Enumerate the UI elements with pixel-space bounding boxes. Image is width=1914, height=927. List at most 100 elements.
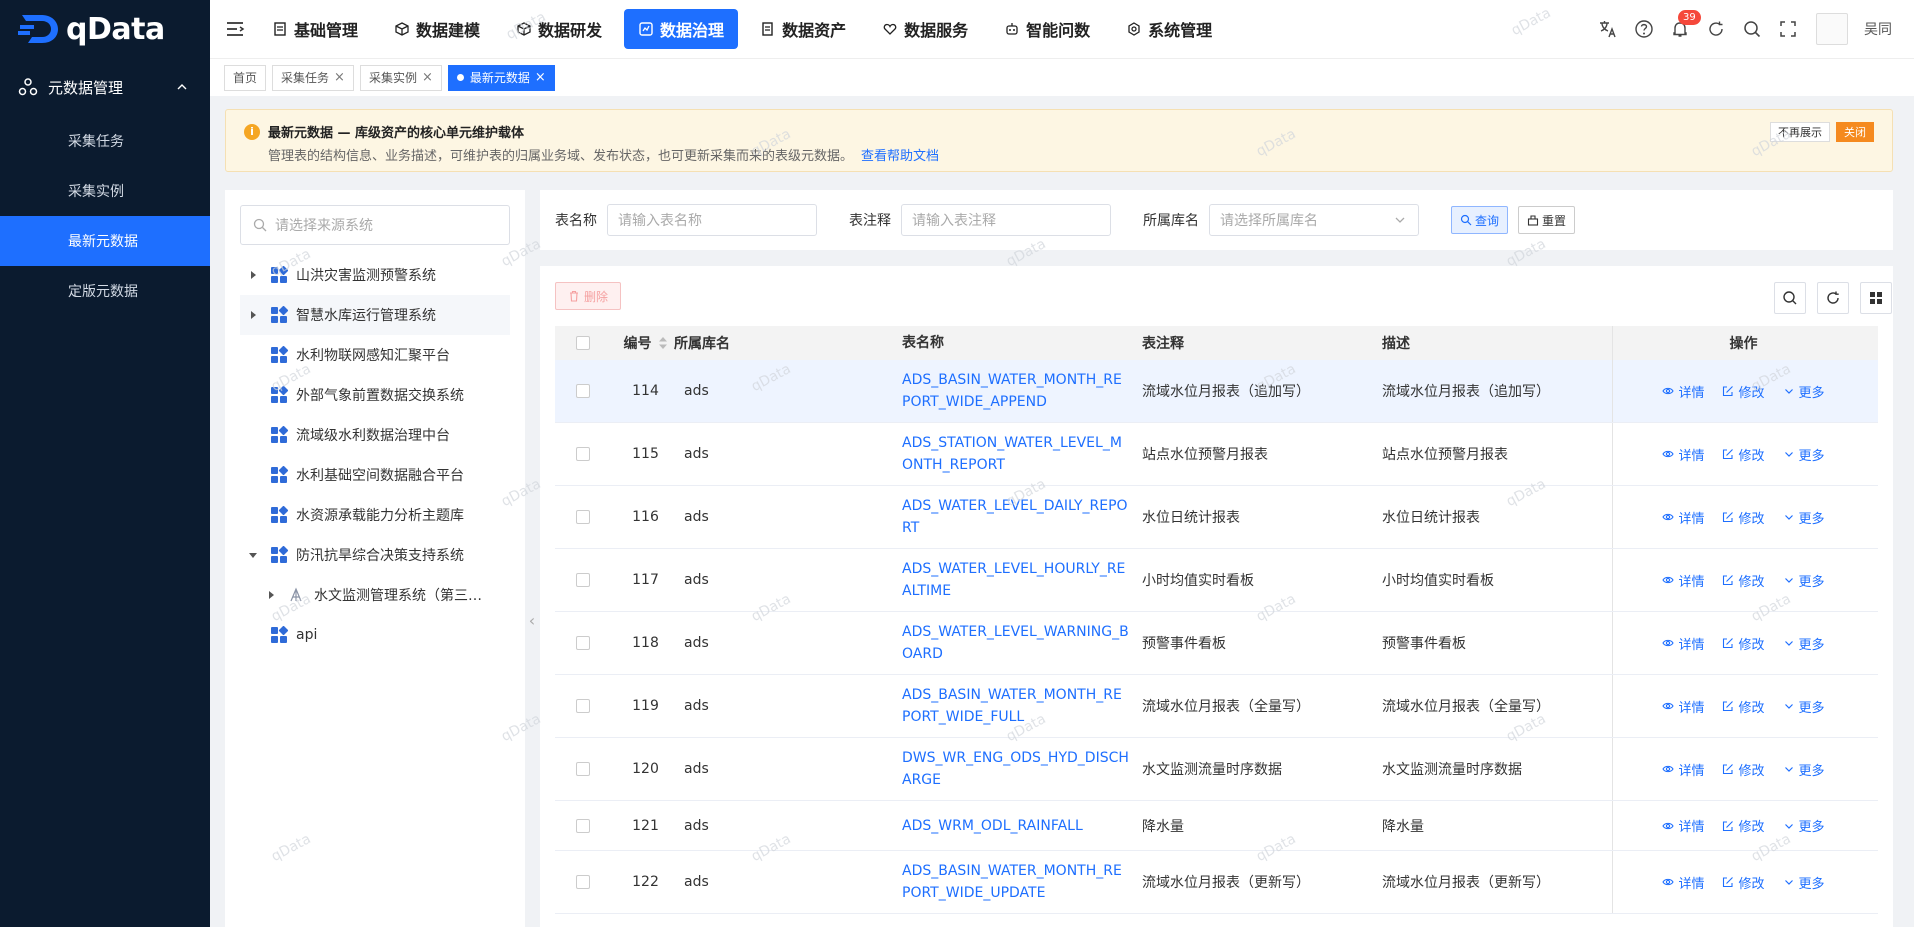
row-checkbox[interactable] — [576, 573, 590, 587]
topnav-system-mgmt[interactable]: 系统管理 — [1112, 9, 1226, 49]
more-button[interactable]: 更多 — [1783, 508, 1825, 527]
cell-table-name-link[interactable]: ADS_WATER_LEVEL_DAILY_REPORT — [902, 495, 1142, 539]
row-checkbox[interactable] — [576, 818, 590, 833]
row-checkbox[interactable] — [576, 875, 590, 889]
caret-right-icon[interactable] — [248, 270, 258, 280]
table-row[interactable]: 118 ads ADS_WATER_LEVEL_WARNING_BOARD 预警事件看… — [555, 612, 1878, 675]
row-checkbox[interactable] — [576, 762, 590, 776]
select-all-checkbox[interactable] — [576, 336, 590, 350]
detail-button[interactable]: 详情 — [1662, 634, 1704, 653]
table-name-input[interactable]: 请输入表名称 — [607, 204, 817, 236]
cell-table-name-link[interactable]: ADS_BASIN_WATER_MONTH_REPORT_WIDE_FULL — [902, 684, 1142, 728]
more-button[interactable]: 更多 — [1783, 873, 1825, 892]
search-icon[interactable] — [1742, 19, 1762, 39]
more-button[interactable]: 更多 — [1783, 571, 1825, 590]
more-button[interactable]: 更多 — [1783, 816, 1825, 835]
cell-table-name-link[interactable]: DWS_WR_ENG_ODS_HYD_DISCHARGE — [902, 747, 1142, 791]
cell-table-name-link[interactable]: ADS_BASIN_WATER_MONTH_REPORT_WIDE_APPEND — [902, 369, 1142, 413]
table-row[interactable]: 114 ads ADS_BASIN_WATER_MONTH_REPORT_WIDE_… — [555, 360, 1878, 423]
query-button[interactable]: 查询 — [1451, 206, 1509, 234]
table-row[interactable]: 116 ads ADS_WATER_LEVEL_DAILY_REPORT 水位日统计报… — [555, 486, 1878, 549]
edit-button[interactable]: 修改 — [1722, 816, 1765, 835]
detail-button[interactable]: 详情 — [1662, 508, 1704, 527]
avatar[interactable] — [1816, 13, 1848, 45]
menu-toggle-icon[interactable] — [224, 18, 246, 40]
edit-button[interactable]: 修改 — [1722, 445, 1765, 464]
detail-button[interactable]: 详情 — [1662, 760, 1704, 779]
topnav-smart-query[interactable]: 智能问数 — [990, 9, 1104, 49]
detail-button[interactable]: 详情 — [1662, 382, 1704, 401]
caret-right-icon[interactable] — [248, 310, 258, 320]
tree-node[interactable]: 水文监测管理系统（第三… — [240, 575, 510, 615]
tree-node[interactable]: 防汛抗旱综合决策支持系统 — [240, 535, 510, 575]
table-row[interactable]: 119 ads ADS_BASIN_WATER_MONTH_REPORT_WIDE_… — [555, 675, 1878, 738]
row-checkbox[interactable] — [576, 699, 590, 713]
dont-show-button[interactable]: 不再展示 — [1770, 122, 1830, 142]
topnav-data-dev[interactable]: 数据研发 — [502, 9, 616, 49]
detail-button[interactable]: 详情 — [1662, 697, 1704, 716]
edit-button[interactable]: 修改 — [1722, 697, 1765, 716]
tab-latest-metadata[interactable]: 最新元数据 × — [447, 64, 555, 91]
topnav-data-governance[interactable]: 数据治理 — [624, 9, 739, 49]
sort-icon[interactable] — [658, 336, 668, 350]
column-settings-button[interactable] — [1860, 282, 1892, 314]
app-logo[interactable]: qData — [0, 0, 210, 58]
more-button[interactable]: 更多 — [1783, 760, 1825, 779]
detail-button[interactable]: 详情 — [1662, 571, 1704, 590]
edit-button[interactable]: 修改 — [1722, 873, 1765, 892]
caret-down-icon[interactable] — [248, 550, 258, 560]
cell-table-name-link[interactable]: ADS_WATER_LEVEL_WARNING_BOARD — [902, 621, 1142, 665]
cell-table-name-link[interactable]: ADS_STATION_WATER_LEVEL_MONTH_REPORT — [902, 432, 1142, 476]
detail-button[interactable]: 详情 — [1662, 445, 1704, 464]
topnav-data-assets[interactable]: 数据资产 — [746, 9, 860, 49]
tab-home[interactable]: 首页 — [224, 64, 267, 91]
tree-node[interactable]: api — [240, 615, 510, 655]
row-checkbox[interactable] — [576, 384, 590, 398]
tree-node[interactable]: 外部气象前置数据交换系统 — [240, 375, 510, 415]
more-button[interactable]: 更多 — [1783, 445, 1825, 464]
tree-node[interactable]: 山洪灾害监测预警系统 — [240, 255, 510, 295]
tab-collect-instance[interactable]: 采集实例 × — [359, 64, 442, 91]
row-checkbox[interactable] — [576, 447, 590, 461]
notification-bell[interactable]: 39 — [1670, 10, 1701, 39]
more-button[interactable]: 更多 — [1783, 697, 1825, 716]
translate-icon[interactable] — [1598, 19, 1618, 39]
table-refresh-button[interactable] — [1817, 282, 1849, 314]
help-icon[interactable] — [1634, 19, 1654, 39]
tree-node[interactable]: 水利物联网感知汇聚平台 — [240, 335, 510, 375]
close-icon[interactable]: × — [334, 70, 345, 85]
row-checkbox[interactable] — [576, 510, 590, 524]
edit-button[interactable]: 修改 — [1722, 634, 1765, 653]
source-system-search[interactable]: 请选择来源系统 — [240, 205, 510, 245]
table-row[interactable]: 115 ads ADS_STATION_WATER_LEVEL_MONTH_REPO… — [555, 423, 1878, 486]
close-icon[interactable]: × — [535, 70, 546, 85]
tree-node[interactable]: 流域级水利数据治理中台 — [240, 415, 510, 455]
tree-node[interactable]: 智慧水库运行管理系统 — [240, 295, 510, 335]
detail-button[interactable]: 详情 — [1662, 873, 1704, 892]
sidebar-item-collect-instance[interactable]: 采集实例 — [0, 166, 210, 216]
cell-table-name-link[interactable]: ADS_BASIN_WATER_MONTH_REPORT_WIDE_UPDATE — [902, 860, 1142, 904]
col-id[interactable]: 编号 — [611, 333, 674, 353]
edit-button[interactable]: 修改 — [1722, 760, 1765, 779]
close-notice-button[interactable]: 关闭 — [1836, 122, 1874, 142]
tree-node[interactable]: 水利基础空间数据融合平台 — [240, 455, 510, 495]
caret-right-icon[interactable] — [266, 590, 276, 600]
username[interactable]: 吴同 — [1864, 19, 1892, 39]
reset-button[interactable]: 重置 — [1518, 206, 1576, 234]
sidebar-item-latest-metadata[interactable]: 最新元数据 — [0, 216, 210, 266]
collapse-panel-icon[interactable]: ‹ — [525, 610, 539, 630]
tree-node[interactable]: 水资源承载能力分析主题库 — [240, 495, 510, 535]
menu-group-metadata[interactable]: 元数据管理 — [0, 58, 210, 116]
fullscreen-icon[interactable] — [1778, 19, 1798, 39]
table-row[interactable]: 122 ads ADS_BASIN_WATER_MONTH_REPORT_WIDE_… — [555, 851, 1878, 914]
refresh-icon[interactable] — [1706, 19, 1726, 39]
help-doc-link[interactable]: 查看帮助文档 — [861, 149, 939, 164]
table-search-button[interactable] — [1774, 282, 1806, 314]
sidebar-item-collect-task[interactable]: 采集任务 — [0, 116, 210, 166]
cell-table-name-link[interactable]: ADS_WRM_ODL_RAINFALL — [902, 815, 1142, 837]
tab-collect-task[interactable]: 采集任务 × — [272, 64, 354, 91]
topnav-data-service[interactable]: 数据服务 — [868, 9, 982, 49]
detail-button[interactable]: 详情 — [1662, 816, 1704, 835]
table-row[interactable]: 117 ads ADS_WATER_LEVEL_HOURLY_REALTIME 小时均… — [555, 549, 1878, 612]
more-button[interactable]: 更多 — [1783, 382, 1825, 401]
